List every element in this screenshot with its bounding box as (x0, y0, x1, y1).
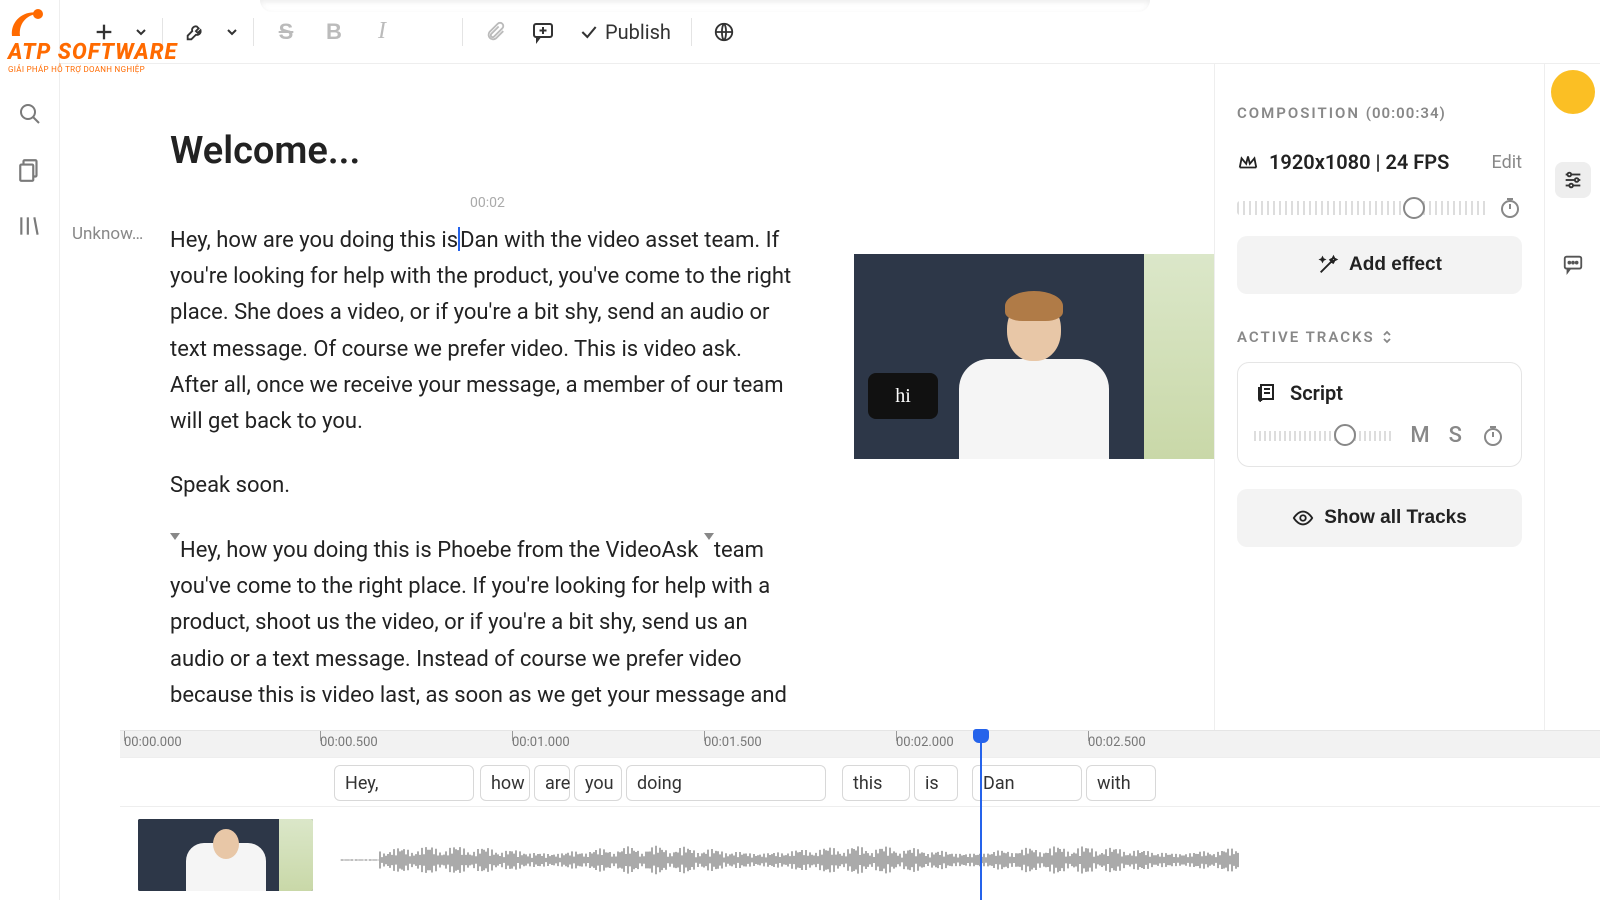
track-controls: M S (1254, 423, 1505, 448)
logo-text: ATP SOFTWARE (8, 40, 177, 65)
comment-icon (1562, 253, 1584, 275)
preview-person (954, 279, 1114, 459)
timer-icon[interactable] (1481, 424, 1505, 448)
timeline-word[interactable]: with (1086, 765, 1156, 801)
edit-composition-link[interactable]: Edit (1492, 152, 1522, 173)
logo-swoosh-icon (8, 6, 48, 40)
transcript-paragraph[interactable]: Hey, how are you doing this isDan with t… (170, 223, 794, 441)
timeline-word-row[interactable]: Hey,howareyoudoing thisis Danwith (120, 757, 1600, 807)
tools-button[interactable] (175, 12, 215, 52)
timeline-word[interactable]: are (534, 765, 570, 801)
add-effect-label: Add effect (1349, 254, 1442, 276)
attach-button[interactable] (475, 12, 515, 52)
timer-icon[interactable] (1498, 196, 1522, 220)
italic-button[interactable]: I (362, 12, 402, 52)
slider-thumb[interactable] (1403, 197, 1425, 219)
show-all-tracks-button[interactable]: Show all Tracks (1237, 489, 1522, 547)
track-title: Script (1254, 381, 1505, 405)
timeline-word[interactable]: how (480, 765, 530, 801)
timeline-word[interactable]: this (842, 765, 910, 801)
share-public-button[interactable] (704, 12, 744, 52)
transcript-text[interactable]: team you've come to the right place. If … (170, 538, 787, 708)
audio-waveform[interactable] (340, 843, 1240, 877)
toolbar-separator (691, 18, 692, 46)
publish-label: Publish (605, 20, 671, 44)
eye-icon (1292, 507, 1314, 529)
composition-opacity-slider[interactable] (1237, 196, 1522, 220)
composition-dims: 1920x1080 | 24 FPS (1237, 150, 1449, 174)
ruler-tick[interactable]: 00:02.500 (1088, 735, 1146, 750)
search-icon[interactable] (16, 100, 44, 128)
ruler-tick[interactable]: 00:01.500 (704, 735, 762, 750)
solo-toggle[interactable]: S (1449, 423, 1463, 448)
add-effect-button[interactable]: Add effect (1237, 236, 1522, 294)
insert-marker-icon (704, 533, 714, 540)
highlight-color-button[interactable] (410, 12, 450, 52)
ruler-tick[interactable]: 00:00.500 (320, 735, 378, 750)
publish-button[interactable]: Publish (571, 20, 679, 44)
composition-label: COMPOSITION (00:00:34) (1237, 104, 1522, 122)
timeline-word[interactable]: Hey, (334, 765, 474, 801)
mute-toggle[interactable]: M (1410, 423, 1430, 448)
pages-icon[interactable] (16, 156, 44, 184)
timeline-word[interactable]: you (574, 765, 622, 801)
track-volume-slider[interactable] (1254, 431, 1392, 441)
script-icon (1254, 381, 1278, 405)
main-area: S B I Publish Unknow… Welcome (60, 0, 1600, 900)
toolbar-separator (253, 18, 254, 46)
magic-wand-icon (1317, 254, 1339, 276)
clip-thumbnail[interactable] (138, 819, 313, 891)
topbar-decoration (260, 0, 1150, 12)
bold-button[interactable]: B (314, 12, 354, 52)
composition-settings-row: 1920x1080 | 24 FPS Edit (1237, 150, 1522, 174)
page-title[interactable]: Welcome... (170, 120, 794, 183)
left-rail (0, 0, 60, 900)
show-all-tracks-label: Show all Tracks (1324, 507, 1467, 529)
active-tracks-label[interactable]: ACTIVE TRACKS (1237, 328, 1522, 346)
composition-dims-text: 1920x1080 | 24 FPS (1269, 150, 1449, 174)
timeline-word[interactable]: Dan (972, 765, 1082, 801)
transcript-paragraph[interactable]: Hey, how you doing this is Phoebe from t… (170, 533, 794, 714)
timeline-ruler[interactable]: 00:00.000 00:00.500 00:01.000 00:01.500 00:0… (120, 731, 1600, 757)
insert-marker-icon (170, 533, 180, 540)
composition-label-text: COMPOSITION (1237, 104, 1360, 122)
preview-bg-window (1144, 254, 1214, 459)
user-avatar[interactable] (1551, 70, 1595, 114)
toolbar-separator (462, 18, 463, 46)
transcript-text[interactable]: Hey, how are you doing this is (170, 228, 458, 253)
timeline-word[interactable]: doing (626, 765, 826, 801)
track-name: Script (1290, 381, 1343, 405)
ruler-tick[interactable]: 00:01.000 (512, 735, 570, 750)
active-tracks-text: ACTIVE TRACKS (1237, 328, 1375, 346)
strikethrough-button[interactable]: S (266, 12, 306, 52)
logo-subtext: GIẢI PHÁP HỖ TRỢ DOANH NGHIỆP (8, 65, 177, 74)
preview-pillow-decoration: hi (868, 373, 938, 419)
brand-logo: ATP SOFTWARE GIẢI PHÁP HỖ TRỢ DOANH NGHI… (8, 6, 177, 74)
sliders-icon (1562, 169, 1584, 191)
properties-panel-toggle[interactable] (1555, 162, 1591, 198)
transcript-paragraph[interactable]: Speak soon. (170, 468, 794, 504)
tools-dropdown-chevron-icon[interactable] (223, 12, 241, 52)
pillow-text: hi (895, 385, 911, 408)
track-card-script[interactable]: Script M S (1237, 362, 1522, 467)
ruler-tick[interactable]: 00:02.000 (896, 735, 954, 750)
composition-duration: (00:00:34) (1366, 104, 1446, 122)
library-icon[interactable] (16, 212, 44, 240)
timeline[interactable]: 00:00.000 00:00.500 00:01.000 00:01.500 00:0… (120, 730, 1600, 900)
timeline-word[interactable]: is (914, 765, 958, 801)
cursor-timestamp: 00:02 (470, 192, 505, 215)
slider-track[interactable] (1237, 201, 1488, 215)
comment-add-button[interactable] (523, 12, 563, 52)
transcript-text[interactable]: Hey, how you doing this is Phoebe from t… (180, 538, 698, 563)
sort-chevrons-icon (1381, 330, 1393, 344)
playhead[interactable] (980, 731, 982, 900)
comments-panel-toggle[interactable] (1555, 246, 1591, 282)
timeline-wave-row[interactable] (120, 807, 1600, 900)
ruler-tick[interactable]: 00:00.000 (124, 735, 182, 750)
slider-thumb[interactable] (1334, 424, 1356, 446)
check-icon (579, 22, 599, 42)
video-preview[interactable]: hi (854, 254, 1214, 459)
transcript-text[interactable]: Dan with the video asset team. If you're… (170, 228, 791, 434)
crown-icon (1237, 151, 1259, 173)
